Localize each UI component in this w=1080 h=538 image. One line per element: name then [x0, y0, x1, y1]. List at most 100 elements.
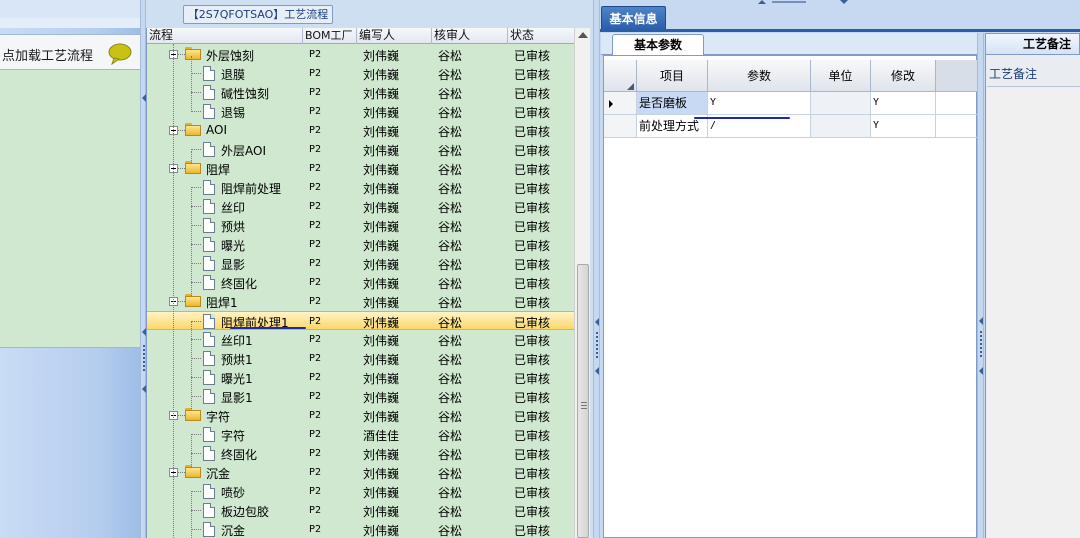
status-cell: 已审核: [514, 277, 551, 291]
tree-step-row[interactable]: 阻焊前处理1 P2 刘伟巍 谷松 已审核: [147, 311, 577, 330]
tree-node-label[interactable]: 外层AOI: [221, 142, 266, 159]
collapse-arrow-icon[interactable]: [595, 367, 599, 375]
grid-header-modify[interactable]: 修改: [871, 60, 936, 92]
tree-node-label[interactable]: 曝光1: [221, 370, 253, 387]
tab-basic-params[interactable]: 基本参数: [612, 34, 704, 55]
grid-cell-modify[interactable]: Y: [871, 115, 936, 138]
tree-node-label[interactable]: 阻焊: [206, 161, 230, 178]
tree-node-label[interactable]: 退锡: [221, 104, 245, 121]
collapse-arrow-icon[interactable]: [979, 367, 983, 375]
tree-node-label[interactable]: 沉金: [221, 522, 245, 538]
tree-node-label[interactable]: 丝印1: [221, 332, 253, 349]
scroll-thumb[interactable]: [577, 264, 589, 538]
bom-cell: P2: [309, 68, 322, 79]
tree-node-label[interactable]: 预烘1: [221, 351, 253, 368]
tree-step-row[interactable]: 退膜 P2 刘伟巍 谷松 已审核: [147, 64, 577, 83]
tree-step-row[interactable]: 终固化 P2 刘伟巍 谷松 已审核: [147, 273, 577, 292]
tree-step-row[interactable]: 退锡 P2 刘伟巍 谷松 已审核: [147, 102, 577, 121]
tree-scrollbar[interactable]: [574, 28, 590, 538]
grid-cell-item[interactable]: 是否磨板: [637, 92, 708, 115]
checker-cell: 谷松: [438, 144, 463, 158]
tree-connector: [177, 54, 185, 55]
tab-process-remark[interactable]: 工艺备注: [985, 33, 1080, 55]
tree-step-row[interactable]: 外层AOI P2 刘伟巍 谷松 已审核: [147, 140, 577, 159]
splitter-right[interactable]: [593, 0, 600, 538]
tree-step-row[interactable]: 曝光1 P2 刘伟巍 谷松 已审核: [147, 368, 577, 387]
tree-node-label[interactable]: 阻焊前处理: [221, 180, 281, 197]
grid-cell-modify[interactable]: Y: [871, 92, 936, 115]
tree-step-row[interactable]: 显影 P2 刘伟巍 谷松 已审核: [147, 254, 577, 273]
bom-cell: P2: [309, 467, 322, 478]
grid-cell-unit[interactable]: [811, 115, 871, 138]
tree-folder-row[interactable]: AOI P2 刘伟巍 谷松 已审核: [147, 121, 577, 140]
grid-header-param[interactable]: 参数: [708, 60, 811, 92]
grid-row[interactable]: 是否磨板 Y Y: [604, 92, 978, 115]
current-row-arrow-icon: [609, 100, 613, 108]
tree-folder-row[interactable]: 字符 P2 刘伟巍 谷松 已审核: [147, 406, 577, 425]
row-indicator[interactable]: [604, 115, 637, 138]
scroll-up-arrow-icon[interactable]: [578, 32, 588, 38]
splitter-remark[interactable]: [977, 33, 984, 538]
row-indicator[interactable]: [604, 92, 637, 115]
writer-cell: 刘伟巍: [363, 524, 400, 538]
tree-connector: [191, 491, 201, 492]
col-header-writer[interactable]: 编写人: [357, 28, 432, 44]
tree-step-row[interactable]: 喷砂 P2 刘伟巍 谷松 已审核: [147, 482, 577, 501]
tree-folder-row[interactable]: 沉金 P2 刘伟巍 谷松 已审核: [147, 463, 577, 482]
tree-step-row[interactable]: 预烘1 P2 刘伟巍 谷松 已审核: [147, 349, 577, 368]
tab-basic-info[interactable]: 基本信息: [601, 6, 666, 30]
tree-folder-row[interactable]: 外层蚀刻 P2 刘伟巍 谷松 已审核: [147, 45, 577, 64]
tree-node-label[interactable]: 曝光: [221, 237, 245, 254]
tree-step-row[interactable]: 显影1 P2 刘伟巍 谷松 已审核: [147, 387, 577, 406]
tree-folder-row[interactable]: 阻焊1 P2 刘伟巍 谷松 已审核: [147, 292, 577, 311]
tree-folder-row[interactable]: 阻焊 P2 刘伟巍 谷松 已审核: [147, 159, 577, 178]
tree-node-label[interactable]: AOI: [206, 123, 227, 137]
tree-node-label[interactable]: 板边包胶: [221, 503, 269, 520]
tree-step-row[interactable]: 字符 P2 酒佳佳 谷松 已审核: [147, 425, 577, 444]
left-panel: 点加载工艺流程: [0, 0, 140, 538]
grid-cell-unit[interactable]: [811, 92, 871, 115]
tree-step-row[interactable]: 板边包胶 P2 刘伟巍 谷松 已审核: [147, 501, 577, 520]
tree-node-label[interactable]: 字符: [221, 427, 245, 444]
tree-step-row[interactable]: 预烘 P2 刘伟巍 谷松 已审核: [147, 216, 577, 235]
col-header-flow[interactable]: 流程: [147, 28, 303, 44]
status-cell: 已审核: [514, 163, 551, 177]
tree-step-row[interactable]: 终固化 P2 刘伟巍 谷松 已审核: [147, 444, 577, 463]
tree-node-label[interactable]: 终固化: [221, 275, 257, 292]
writer-cell: 刘伟巍: [363, 239, 400, 253]
grid-cell-param[interactable]: Y: [708, 92, 811, 115]
col-header-status[interactable]: 状态: [508, 28, 577, 44]
tree-node-label[interactable]: 终固化: [221, 446, 257, 463]
tree-step-row[interactable]: 曝光 P2 刘伟巍 谷松 已审核: [147, 235, 577, 254]
tree-step-row[interactable]: 碱性蚀刻 P2 刘伟巍 谷松 已审核: [147, 83, 577, 102]
document-icon: [203, 446, 215, 461]
tree-node-label[interactable]: 外层蚀刻: [206, 47, 254, 64]
col-header-checker[interactable]: 核审人: [432, 28, 508, 44]
tree-node-label[interactable]: 退膜: [221, 66, 245, 83]
folder-icon: [185, 465, 201, 479]
tree-step-row[interactable]: 阻焊前处理 P2 刘伟巍 谷松 已审核: [147, 178, 577, 197]
tree-node-label[interactable]: 喷砂: [221, 484, 245, 501]
grid-header-item[interactable]: 项目: [637, 60, 708, 92]
remark-textarea[interactable]: [987, 86, 1080, 538]
tree-node-label[interactable]: 预烘: [221, 218, 245, 235]
tree-node-label[interactable]: 字符: [206, 408, 230, 425]
tree-node-label[interactable]: 阻焊1: [206, 294, 238, 311]
tree-node-label[interactable]: 显影1: [221, 389, 253, 406]
tree-node-label[interactable]: 沉金: [206, 465, 230, 482]
tree-node-label[interactable]: 丝印: [221, 199, 245, 216]
grid-row[interactable]: 前处理方式 / Y: [604, 115, 978, 138]
grid-header-unit[interactable]: 单位: [811, 60, 871, 92]
top-splitter-grip-icon[interactable]: [758, 0, 848, 5]
tree-node-label[interactable]: 显影: [221, 256, 245, 273]
checker-cell: 谷松: [438, 296, 463, 310]
tree-connector: [191, 225, 201, 226]
tree-step-row[interactable]: 沉金 P2 刘伟巍 谷松 已审核: [147, 520, 577, 538]
tree-step-row[interactable]: 丝印1 P2 刘伟巍 谷松 已审核: [147, 330, 577, 349]
collapse-arrow-icon[interactable]: [979, 317, 983, 325]
tree-step-row[interactable]: 丝印 P2 刘伟巍 谷松 已审核: [147, 197, 577, 216]
tree-node-label[interactable]: 碱性蚀刻: [221, 85, 269, 102]
collapse-arrow-icon[interactable]: [595, 318, 599, 326]
load-flow-link[interactable]: 点加载工艺流程: [2, 45, 93, 64]
col-header-bom[interactable]: BOM工厂: [303, 28, 357, 44]
